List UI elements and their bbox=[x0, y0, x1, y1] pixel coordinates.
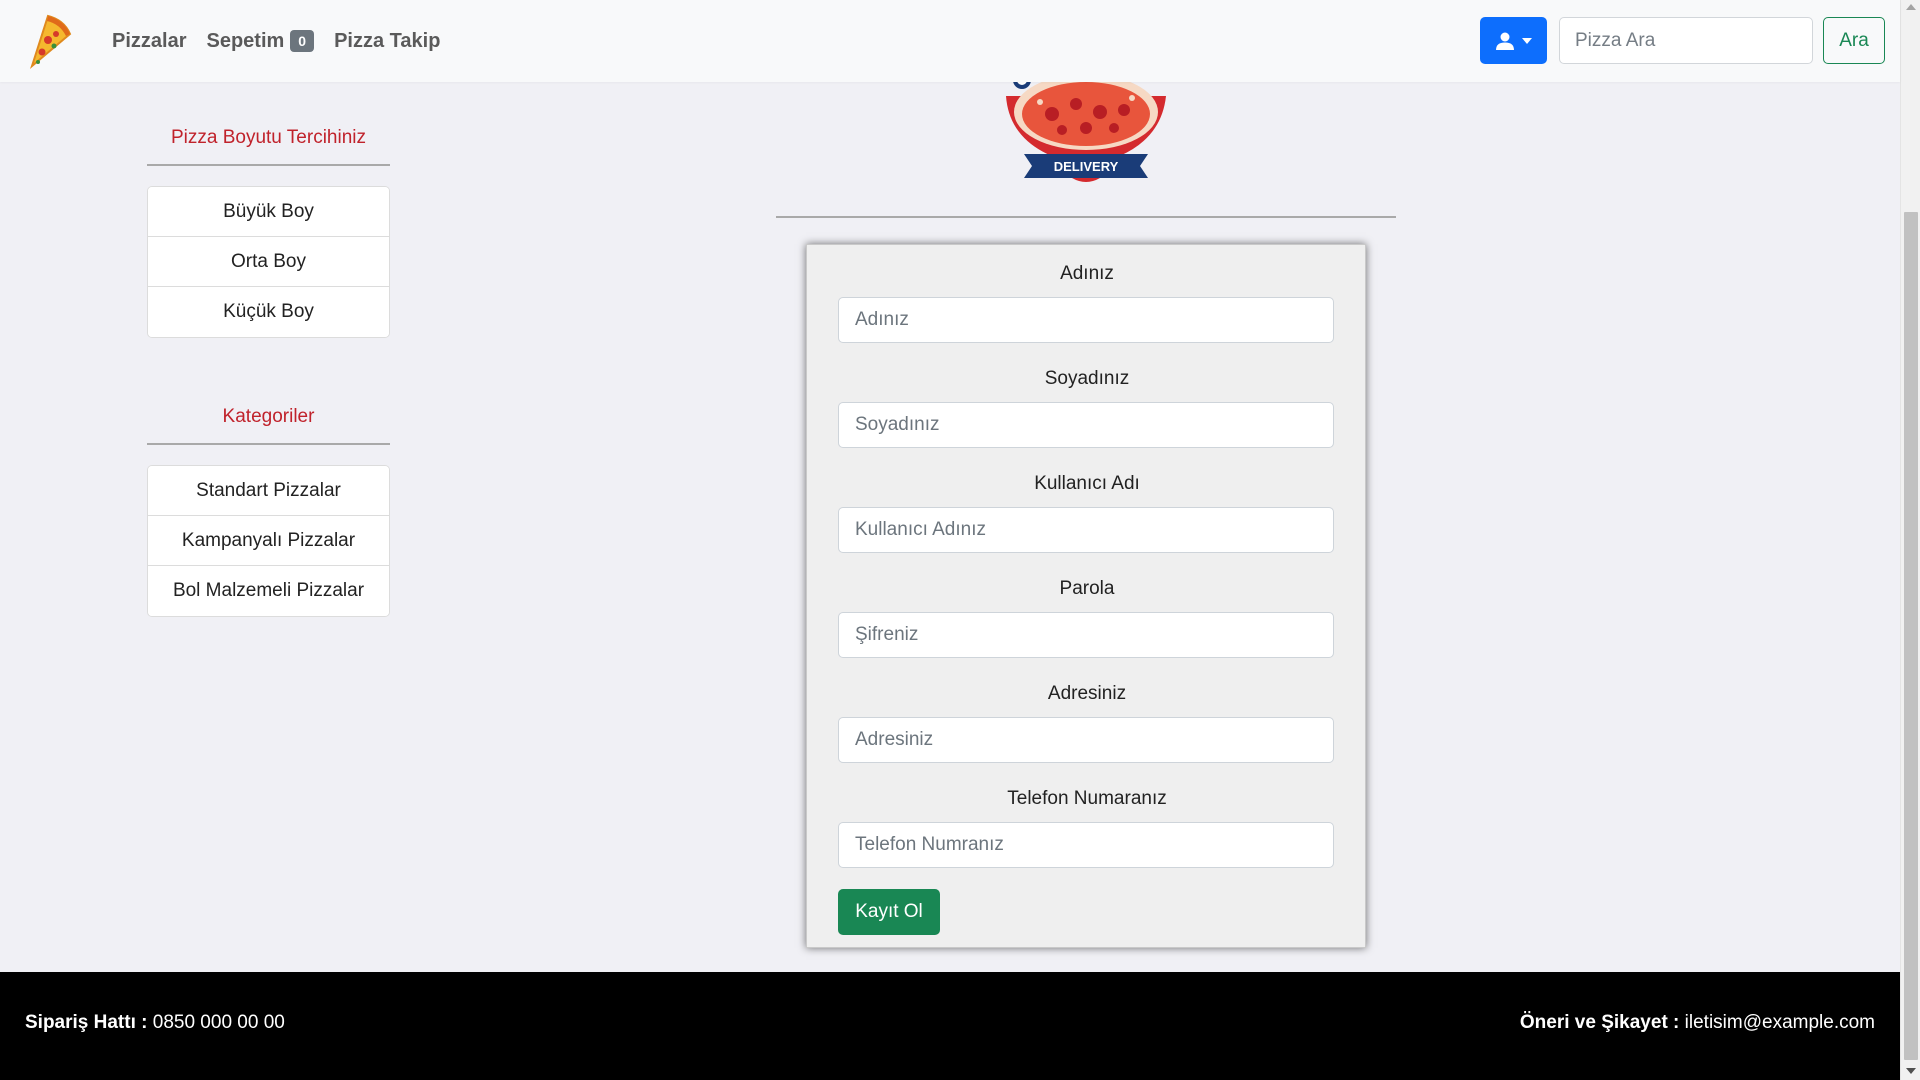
user-icon bbox=[1495, 32, 1514, 50]
caret-down-icon bbox=[1521, 37, 1532, 44]
center-divider bbox=[776, 216, 1396, 218]
feedback-label: Öneri ve Şikayet : bbox=[1519, 1012, 1680, 1033]
user-menu-button[interactable] bbox=[1480, 17, 1547, 64]
registration-form: Adınız Soyadınız Kullanıcı Adı Parola Ad… bbox=[806, 244, 1366, 948]
password-input[interactable] bbox=[838, 612, 1334, 658]
scroll-up-arrow-icon[interactable] bbox=[1906, 4, 1916, 10]
search-button[interactable]: Ara bbox=[1823, 17, 1885, 64]
last-name-label: Soyadınız bbox=[1044, 368, 1130, 389]
category-section: Kategoriler Standart Pizzalar Kampanyalı… bbox=[147, 406, 390, 617]
size-item-kucuk[interactable]: Küçük Boy bbox=[148, 287, 389, 337]
cart-count-badge: 0 bbox=[290, 30, 315, 52]
address-input[interactable] bbox=[838, 717, 1334, 763]
password-label: Parola bbox=[1059, 578, 1115, 599]
pizza-delivery-logo: DELIVERY bbox=[1000, 82, 1170, 187]
nav-link-sepetim[interactable]: Sepetim 0 bbox=[206, 29, 315, 53]
nav-link-pizza-takip[interactable]: Pizza Takip bbox=[334, 30, 440, 53]
size-item-orta[interactable]: Orta Boy bbox=[148, 237, 389, 287]
pizza-slice-logo-icon[interactable] bbox=[20, 12, 72, 70]
size-section-title: Pizza Boyutu Tercihiniz bbox=[147, 127, 390, 166]
category-list: Standart Pizzalar Kampanyalı Pizzalar Bo… bbox=[147, 465, 390, 617]
category-section-title: Kategoriler bbox=[147, 406, 390, 445]
scroll-thumb[interactable] bbox=[1904, 212, 1918, 1060]
phone-input[interactable] bbox=[838, 822, 1334, 868]
order-line: Sipariş Hattı : 0850 000 00 00 bbox=[25, 1012, 285, 1034]
scroll-down-arrow-icon[interactable] bbox=[1906, 1068, 1916, 1074]
size-list: Büyük Boy Orta Boy Küçük Boy bbox=[147, 186, 390, 338]
nav-link-pizzalar[interactable]: Pizzalar bbox=[112, 30, 186, 53]
page-scrollbar[interactable] bbox=[1900, 0, 1920, 1080]
first-name-input[interactable] bbox=[838, 297, 1334, 343]
category-item-kampanyali[interactable]: Kampanyalı Pizzalar bbox=[148, 516, 389, 566]
nav-link-sepetim-label: Sepetim bbox=[206, 29, 285, 52]
footer: Sipariş Hattı : 0850 000 00 00 Öneri ve … bbox=[0, 972, 1900, 1080]
username-input[interactable] bbox=[838, 507, 1334, 553]
nav-links: Pizzalar Sepetim 0 Pizza Takip bbox=[112, 0, 460, 82]
phone-label: Telefon Numaranız bbox=[1007, 788, 1167, 809]
register-button[interactable]: Kayıt Ol bbox=[838, 889, 940, 935]
feedback-contact: Öneri ve Şikayet : iletisim@example.com bbox=[1520, 1012, 1875, 1034]
category-item-standart[interactable]: Standart Pizzalar bbox=[148, 466, 389, 516]
order-line-phone: 0850 000 00 00 bbox=[152, 1012, 285, 1033]
order-line-label: Sipariş Hattı : bbox=[25, 1012, 148, 1033]
category-item-bol-malzemeli[interactable]: Bol Malzemeli Pizzalar bbox=[148, 566, 389, 616]
last-name-input[interactable] bbox=[838, 402, 1334, 448]
logo-delivery-text: DELIVERY bbox=[1054, 159, 1119, 174]
size-filter-section: Pizza Boyutu Tercihiniz Büyük Boy Orta B… bbox=[147, 127, 390, 338]
address-label: Adresiniz bbox=[1047, 683, 1127, 704]
feedback-email[interactable]: iletisim@example.com bbox=[1685, 1012, 1875, 1033]
username-label: Kullanıcı Adı bbox=[1034, 473, 1140, 494]
navbar: Pizzalar Sepetim 0 Pizza Takip Ara bbox=[0, 0, 1900, 82]
first-name-label: Adınız bbox=[1060, 263, 1114, 284]
search-input[interactable] bbox=[1559, 17, 1813, 64]
pizza-delivery-logo-icon: DELIVERY bbox=[1006, 82, 1166, 182]
size-item-buyuk[interactable]: Büyük Boy bbox=[148, 187, 389, 237]
